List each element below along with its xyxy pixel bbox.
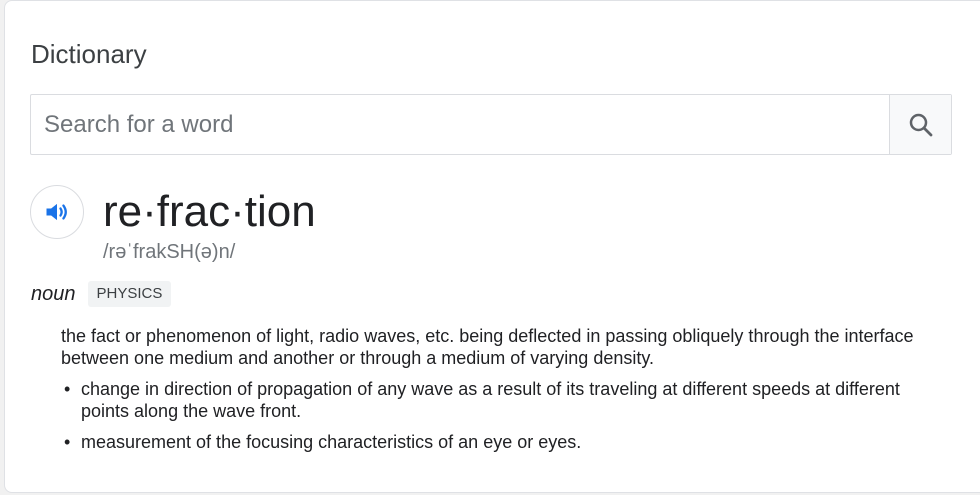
search-box <box>30 94 952 155</box>
domain-label: PHYSICS <box>87 281 172 307</box>
pronounce-button[interactable] <box>30 185 84 239</box>
sub-definition: • measurement of the focusing characteri… <box>61 431 941 453</box>
sub-definition-text: measurement of the focusing characterist… <box>81 432 582 452</box>
definition-text: the fact or phenomenon of light, radio w… <box>61 326 914 368</box>
sub-definition-text: change in direction of propagation of an… <box>81 379 900 421</box>
headword: re·frac·tion <box>103 187 316 236</box>
dictionary-card: Dictionary re·frac·tion /rəˈfrakSH(ə)n/ … <box>4 0 980 493</box>
bullet: • <box>64 379 71 399</box>
speaker-icon <box>46 203 67 221</box>
definitions: the fact or phenomenon of light, radio w… <box>61 325 941 462</box>
search-icon <box>909 113 932 136</box>
search-input[interactable] <box>31 95 889 154</box>
widget-title: Dictionary <box>31 39 147 69</box>
phonetic-spelling: /rəˈfrakSH(ə)n/ <box>103 241 236 263</box>
search-button[interactable] <box>889 95 951 154</box>
sub-definition-list: • change in direction of propagation of … <box>61 378 941 453</box>
part-of-speech: noun <box>31 283 76 305</box>
part-of-speech-row: noun PHYSICS <box>31 280 172 308</box>
sub-definition: • change in direction of propagation of … <box>61 378 941 422</box>
bullet: • <box>64 432 71 452</box>
